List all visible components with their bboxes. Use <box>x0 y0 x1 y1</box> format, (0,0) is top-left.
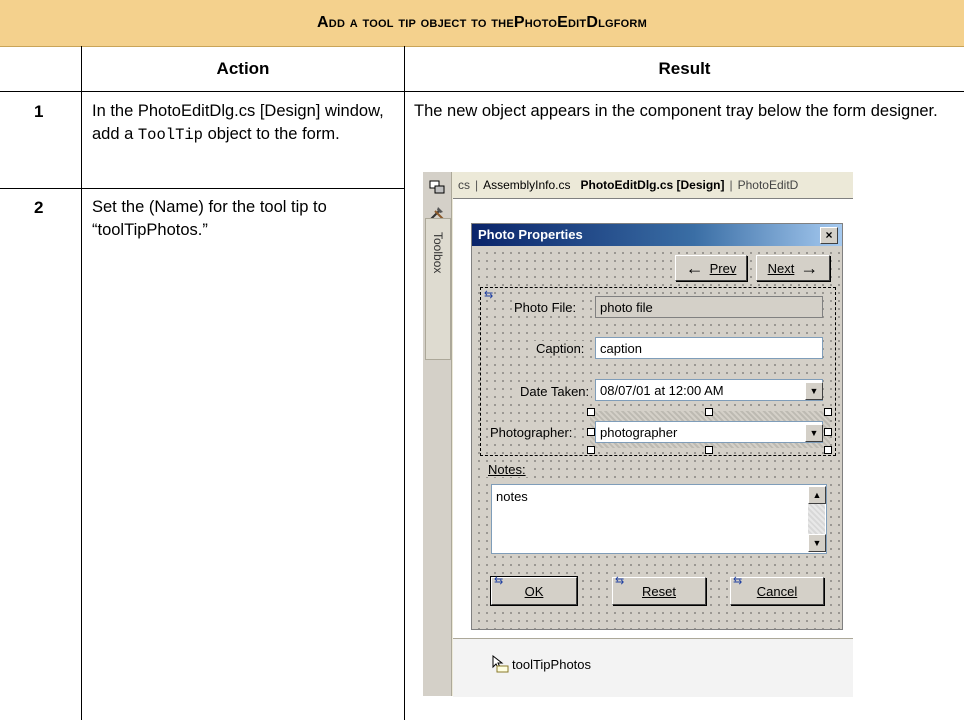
close-icon[interactable]: × <box>820 227 838 244</box>
form-titlebar: Photo Properties × <box>472 224 842 246</box>
form-title: Photo Properties <box>478 227 583 242</box>
component-tray: toolTipPhotos <box>453 638 853 697</box>
caption-label: Caption: <box>534 341 587 356</box>
tray-component-name: toolTipPhotos <box>512 656 592 672</box>
form-body: ← Prev Next → ⇆ Photo File: photo file C… <box>472 246 842 629</box>
tab-assemblyinfo[interactable]: AssemblyInfo.cs <box>478 178 575 192</box>
scroll-up-icon[interactable]: ▲ <box>808 486 826 504</box>
resize-handle[interactable] <box>587 408 595 416</box>
step-2-action: Set the (Name) for the tool tip to “tool… <box>92 198 327 239</box>
tab-partial-left[interactable]: cs <box>453 178 475 192</box>
anchor-icon: ⇆ <box>733 575 743 587</box>
date-taken-label: Date Taken: <box>518 384 592 399</box>
resize-handle[interactable] <box>587 428 595 436</box>
toolbox-label: Toolbox <box>431 232 445 274</box>
step-number: 2 <box>34 198 44 217</box>
prev-button[interactable]: ← Prev <box>675 255 747 281</box>
server-explorer-icon[interactable] <box>426 176 448 198</box>
tab-photoeditdlg-design[interactable]: PhotoEditDlg.cs [Design] <box>576 178 730 192</box>
resize-handle[interactable] <box>824 428 832 436</box>
date-taken-picker[interactable]: 08/07/01 at 12:00 AM <box>595 379 823 401</box>
scroll-down-icon[interactable]: ▼ <box>808 534 826 552</box>
table-title: Add a tool tip object to the PhotoEditDl… <box>0 0 964 47</box>
tray-component[interactable]: toolTipPhotos <box>491 655 591 673</box>
header-divider <box>0 91 964 92</box>
resize-handle[interactable] <box>824 446 832 454</box>
photographer-label: Photographer: <box>488 425 575 440</box>
step-divider <box>0 188 405 189</box>
result-text: The new object appears in the component … <box>414 102 938 120</box>
caption-field[interactable]: caption <box>595 337 823 359</box>
column-divider-right <box>404 46 405 720</box>
tooltip-component-icon <box>492 655 509 673</box>
tab-partial-right[interactable]: PhotoEditD <box>733 178 804 192</box>
notes-textbox[interactable]: notes <box>491 484 827 554</box>
arrow-left-icon: ← <box>685 257 704 278</box>
step-1-action: In the PhotoEditDlg.cs [Design] window, … <box>92 102 384 144</box>
notes-label: Notes: <box>486 462 528 477</box>
photo-file-field[interactable]: photo file <box>595 296 823 318</box>
toolbox-strip: Toolbox <box>423 172 452 696</box>
photo-properties-form[interactable]: Photo Properties × ← Prev Next → ⇆ Photo… <box>471 223 843 630</box>
column-divider-left <box>81 46 82 720</box>
ide-screenshot: Toolbox cs | AssemblyInfo.cs PhotoEditDlg… <box>423 172 853 697</box>
step-number: 1 <box>34 102 44 121</box>
anchor-icon: ⇆ <box>615 575 625 587</box>
photo-file-label: Photo File: <box>512 300 579 315</box>
next-button[interactable]: Next → <box>756 255 830 281</box>
resize-handle[interactable] <box>705 446 713 454</box>
photographer-combobox[interactable]: photographer <box>595 421 823 443</box>
resize-handle[interactable] <box>587 446 595 454</box>
document-tabs: cs | AssemblyInfo.cs PhotoEditDlg.cs [Des… <box>453 172 853 199</box>
panel-anchor-icon: ⇆ <box>484 289 494 301</box>
anchor-icon: ⇆ <box>494 575 504 587</box>
arrow-right-icon: → <box>800 257 819 278</box>
code-token: ToolTip <box>137 126 203 144</box>
column-header-result: Result <box>658 59 711 78</box>
chevron-down-icon[interactable]: ▼ <box>805 424 823 442</box>
column-header-action: Action <box>216 59 270 78</box>
resize-handle[interactable] <box>705 408 713 416</box>
chevron-down-icon[interactable]: ▼ <box>805 382 823 400</box>
resize-handle[interactable] <box>824 408 832 416</box>
